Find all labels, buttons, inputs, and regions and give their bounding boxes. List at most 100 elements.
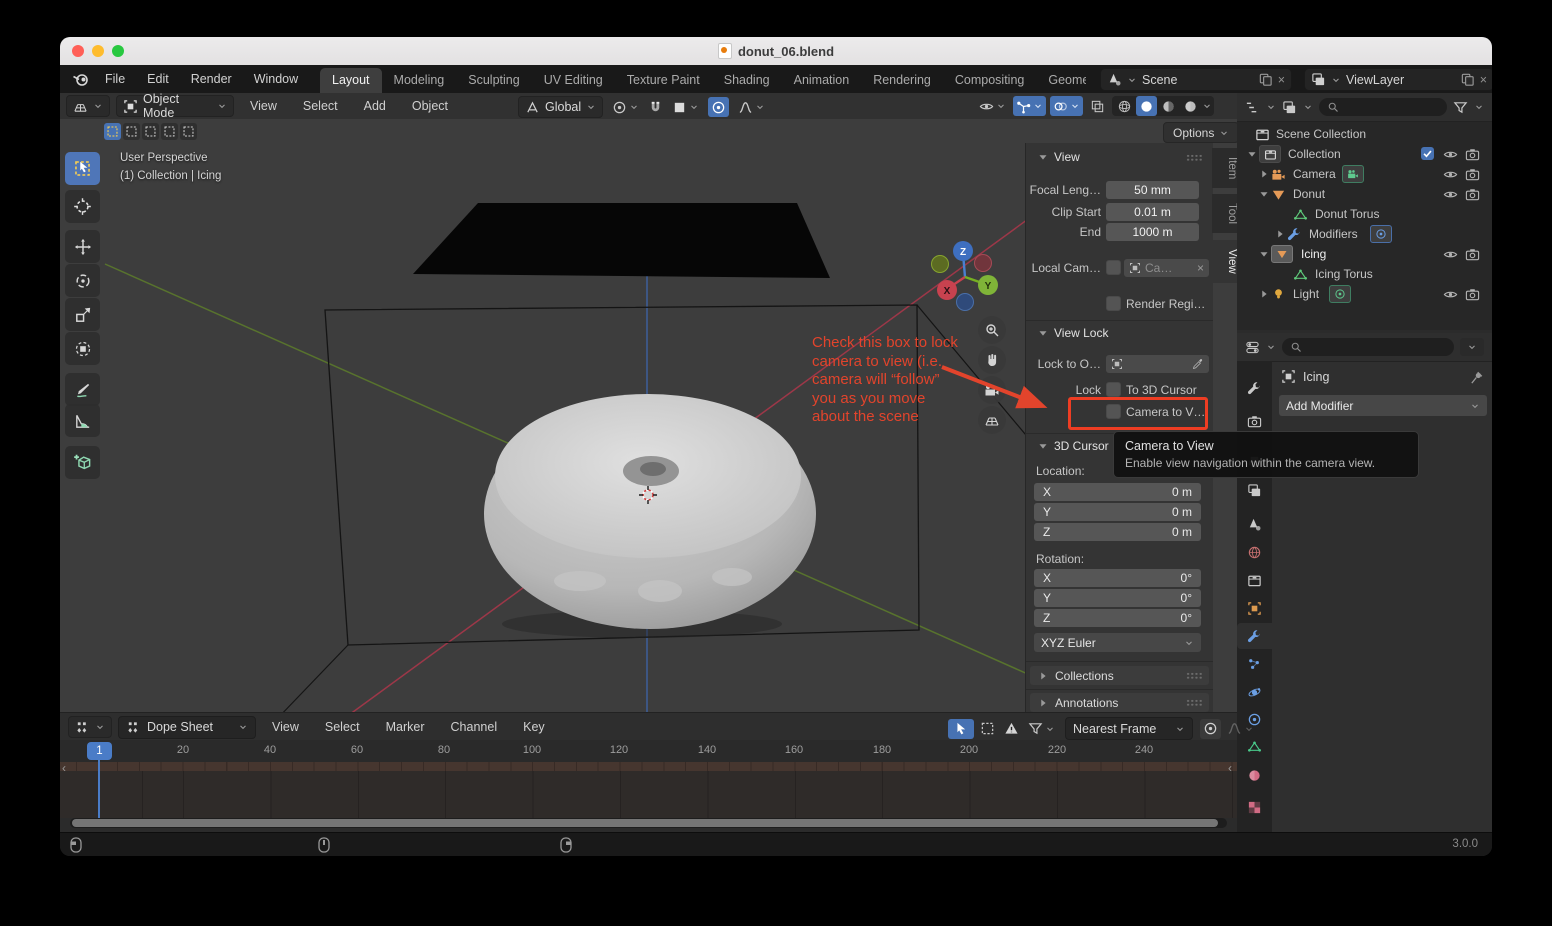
- xray-toggle[interactable]: [1087, 96, 1108, 116]
- timeline-ruler[interactable]: 20 40 60 80 100 120 140 160 180 200 220 …: [60, 740, 1237, 762]
- gizmos-toggle[interactable]: [1013, 96, 1046, 116]
- panel-grip[interactable]: [1186, 154, 1203, 161]
- outliner-search-input[interactable]: [1319, 98, 1447, 116]
- chevron-down-icon[interactable]: [1266, 342, 1276, 352]
- dope-menu-view[interactable]: View: [262, 714, 309, 740]
- hide-eye-icon[interactable]: [1443, 167, 1458, 182]
- shading-dropdown-icon[interactable]: [1202, 101, 1212, 111]
- dope-menu-key[interactable]: Key: [513, 714, 555, 740]
- tab-world[interactable]: [1237, 539, 1272, 565]
- lock-to-object-field[interactable]: [1106, 355, 1209, 373]
- tool-move[interactable]: [65, 230, 100, 263]
- disclosure-closed-icon[interactable]: [1257, 167, 1271, 181]
- outliner-row-donut-torus[interactable]: Donut Torus: [1237, 204, 1492, 224]
- disclosure-open-icon[interactable]: [1245, 147, 1259, 161]
- cursor-rotation-x[interactable]: X0°: [1034, 569, 1201, 587]
- shading-rendered-button[interactable]: [1180, 96, 1201, 116]
- outliner-row-modifiers[interactable]: Modifiers: [1237, 224, 1492, 244]
- workspace-tab-geometry-nodes[interactable]: Geometry Nodes: [1036, 68, 1086, 93]
- workspace-tab-shading[interactable]: Shading: [712, 68, 782, 93]
- workspace-tab-modeling[interactable]: Modeling: [382, 68, 457, 93]
- select-mode-extend[interactable]: [123, 123, 140, 140]
- tool-add-cube[interactable]: [65, 446, 100, 479]
- filter-icon[interactable]: [1453, 100, 1468, 115]
- only-errors-toggle[interactable]: [1001, 719, 1022, 739]
- show-hidden-toggle[interactable]: [977, 719, 998, 739]
- hide-eye-icon[interactable]: [1443, 247, 1458, 262]
- disclosure-open-icon[interactable]: [1257, 187, 1271, 201]
- dopesheet-filter-button[interactable]: [1025, 719, 1058, 739]
- minimize-window-button[interactable]: [92, 45, 104, 57]
- chevron-down-icon[interactable]: [1474, 102, 1484, 112]
- zoom-window-button[interactable]: [112, 45, 124, 57]
- proportional-falloff-selector[interactable]: [735, 97, 768, 117]
- select-mode-intersect[interactable]: [180, 123, 197, 140]
- tab-modifiers[interactable]: [1237, 623, 1272, 649]
- dope-menu-marker[interactable]: Marker: [376, 714, 435, 740]
- viewport-menu-add[interactable]: Add: [354, 93, 396, 119]
- clear-icon[interactable]: ×: [1197, 261, 1204, 275]
- clip-end-field[interactable]: 1000 m: [1106, 223, 1199, 241]
- expand-right-icon[interactable]: ‹: [1228, 761, 1232, 775]
- expand-left-icon[interactable]: ‹: [62, 761, 66, 775]
- snap-to-selector[interactable]: [669, 97, 702, 117]
- focal-length-field[interactable]: 50 mm: [1106, 181, 1199, 199]
- chevron-down-icon[interactable]: [1266, 102, 1276, 112]
- outliner-filter-type-icon[interactable]: [1282, 100, 1297, 115]
- select-mode-set[interactable]: [104, 123, 121, 140]
- display-mode-icon[interactable]: [1245, 100, 1260, 115]
- disclosure-open-icon[interactable]: [1257, 247, 1271, 261]
- overlays-toggle[interactable]: [1050, 96, 1083, 116]
- object-visibility-selector[interactable]: [976, 96, 1009, 116]
- subsurf-modifier-badge[interactable]: [1370, 225, 1392, 243]
- transform-orientation-selector[interactable]: Global: [518, 96, 603, 118]
- dopesheet-scrollbar[interactable]: [70, 818, 1227, 828]
- render-visibility-icon[interactable]: [1465, 187, 1480, 202]
- dopesheet-mode-selector[interactable]: Dope Sheet: [118, 716, 256, 739]
- shading-wireframe-button[interactable]: [1114, 96, 1135, 116]
- shading-material-button[interactable]: [1158, 96, 1179, 116]
- collections-panel-header[interactable]: Collections: [1030, 666, 1209, 685]
- workspace-tab-layout[interactable]: Layout: [320, 68, 382, 93]
- playhead[interactable]: [98, 758, 100, 818]
- workspace-tab-animation[interactable]: Animation: [782, 68, 862, 93]
- menu-render[interactable]: Render: [180, 65, 243, 93]
- clip-start-field[interactable]: 0.01 m: [1106, 203, 1199, 221]
- menu-window[interactable]: Window: [243, 65, 309, 93]
- annotations-panel-header[interactable]: Annotations: [1030, 693, 1209, 712]
- select-mode-invert[interactable]: [161, 123, 178, 140]
- proportional-edit-toggle[interactable]: [1200, 719, 1221, 739]
- tab-object[interactable]: [1237, 595, 1272, 621]
- outliner-row-collection[interactable]: Collection: [1237, 144, 1492, 164]
- render-visibility-icon[interactable]: [1465, 247, 1480, 262]
- viewlayer-selector[interactable]: ViewLayer ×: [1304, 68, 1492, 91]
- cursor-location-x[interactable]: X0 m: [1034, 483, 1201, 501]
- outliner-row-donut[interactable]: Donut: [1237, 184, 1492, 204]
- workspace-tab-sculpting[interactable]: Sculpting: [456, 68, 531, 93]
- dope-menu-select[interactable]: Select: [315, 714, 370, 740]
- properties-editor-icon[interactable]: [1245, 340, 1260, 355]
- to-3d-cursor-checkbox[interactable]: [1106, 382, 1121, 397]
- editor-type-button[interactable]: [66, 95, 110, 117]
- view-section-header[interactable]: View: [1036, 150, 1080, 164]
- proportional-editing-toggle[interactable]: [708, 97, 729, 117]
- menu-file[interactable]: File: [94, 65, 136, 93]
- snap-mode-selector[interactable]: Nearest Frame: [1065, 717, 1193, 740]
- viewport-menu-select[interactable]: Select: [293, 93, 348, 119]
- unlink-scene-icon[interactable]: ×: [1278, 73, 1285, 87]
- scene-selector[interactable]: Scene ×: [1100, 68, 1292, 91]
- hide-eye-icon[interactable]: [1443, 287, 1458, 302]
- hide-eye-icon[interactable]: [1443, 187, 1458, 202]
- cursor-rotation-z[interactable]: Z0°: [1034, 609, 1201, 627]
- tool-measure[interactable]: [65, 404, 100, 437]
- render-visibility-icon[interactable]: [1465, 287, 1480, 302]
- tab-texture[interactable]: [1237, 794, 1272, 820]
- workspace-tab-rendering[interactable]: Rendering: [861, 68, 943, 93]
- panel-grip[interactable]: [1186, 672, 1203, 679]
- close-window-button[interactable]: [72, 45, 84, 57]
- workspace-tab-compositing[interactable]: Compositing: [943, 68, 1036, 93]
- options-button[interactable]: Options: [1163, 122, 1239, 143]
- dopesheet-editor-type-button[interactable]: [68, 716, 112, 738]
- exclude-checkbox[interactable]: [1421, 147, 1434, 160]
- disclosure-closed-icon[interactable]: [1257, 287, 1271, 301]
